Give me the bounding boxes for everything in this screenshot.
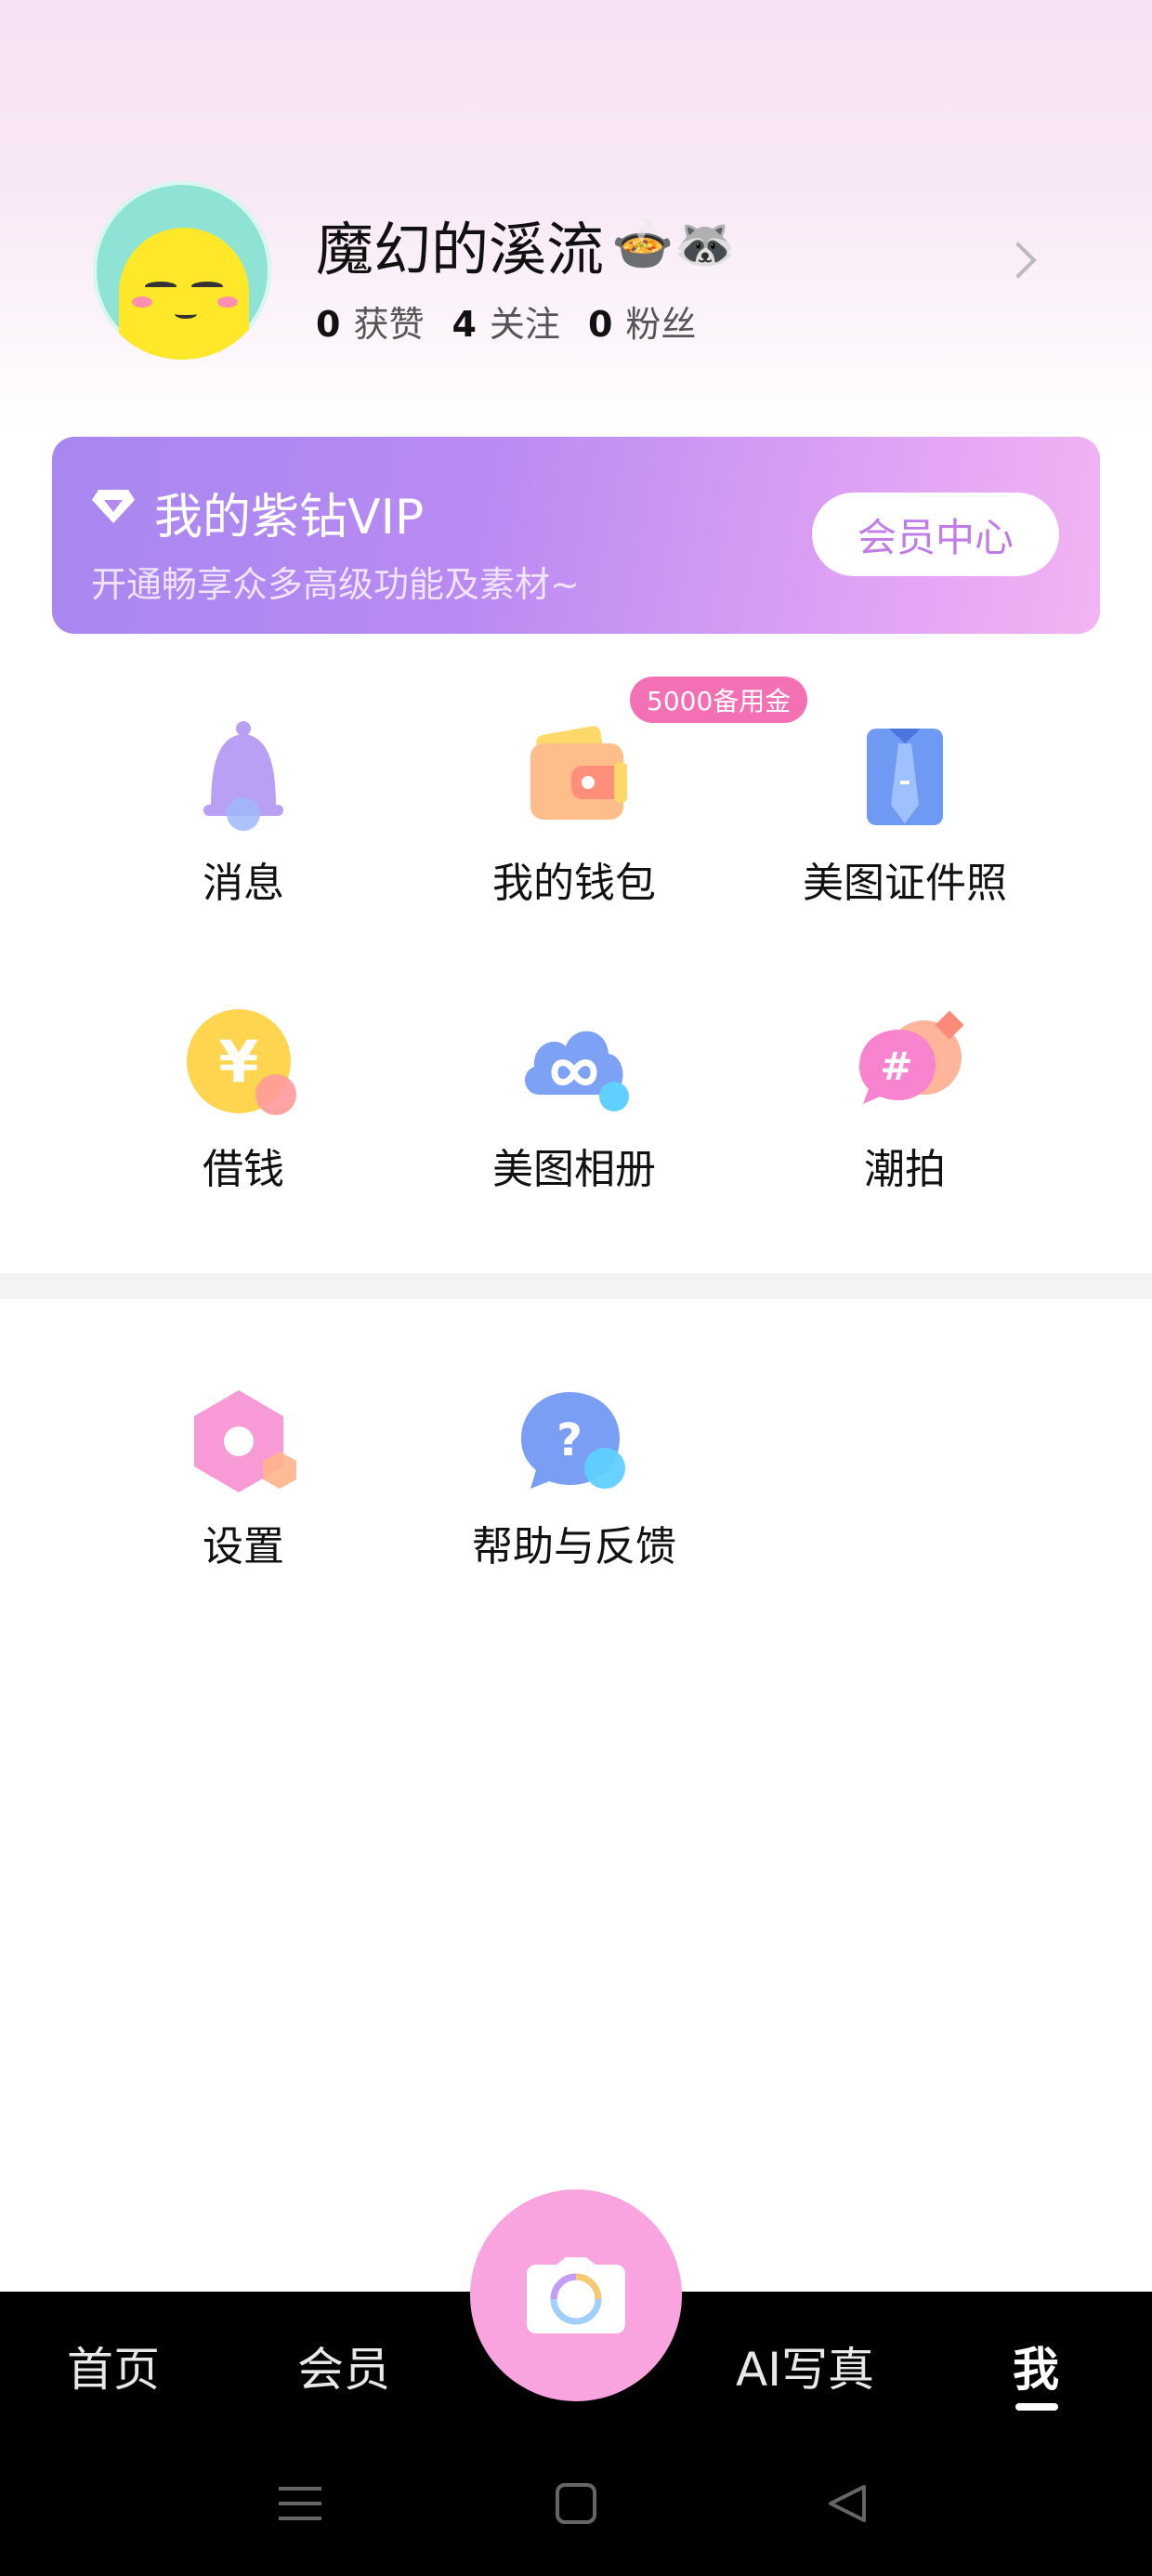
username[interactable]: 魔幻的溪流 🍲🦝 [316,203,737,286]
nav-home[interactable]: 首页 [67,2333,160,2399]
svg-text:¥: ¥ [218,1028,258,1096]
tool-settings[interactable]: 设置 [76,1379,411,1584]
grid-item-messages[interactable]: 消息 [76,716,411,920]
vip-title: 我的紫钻VIP [154,490,425,545]
tool-help-feedback[interactable]: ? 帮助与反馈 [407,1379,741,1584]
camera-icon [527,2257,625,2333]
camera-button[interactable] [470,2189,682,2401]
section-divider [0,1273,1152,1299]
bell-icon [203,721,283,831]
id-photo-icon [867,729,943,825]
wallet-icon [530,726,627,820]
diamond-icon [92,490,135,523]
hashtag-chat-icon: # [859,1010,964,1104]
username-text: 魔幻的溪流 [316,216,605,283]
cloud-album-icon [524,1031,629,1111]
grid-label: 设置 [203,1523,284,1571]
grid-label: 美图相册 [492,1146,656,1193]
grid-item-id-photo[interactable]: 美图证件照 [738,716,1072,920]
grid-item-loan[interactable]: ¥ 借钱 [76,1002,411,1206]
menu-icon[interactable] [279,2483,321,2524]
grid-item-trendy-shoot[interactable]: # 潮拍 [738,1002,1072,1206]
yuan-coin-icon: ¥ [187,1009,296,1115]
stat-following[interactable]: 4 关注 [452,296,559,347]
nav-me[interactable]: 我 [1013,2333,1059,2399]
back-triangle-icon[interactable] [827,2483,868,2524]
grid-item-wallet[interactable]: 我的钱包 [407,716,741,920]
grid-label: 借钱 [203,1146,284,1193]
nav-ai-portrait[interactable]: AI写真 [736,2333,874,2399]
stat-likes[interactable]: 0 获赞 [316,296,424,347]
svg-text:#: # [880,1044,912,1089]
grid-label: 我的钱包 [492,860,656,907]
grid-label: 帮助与反馈 [472,1523,676,1571]
stat-followers[interactable]: 0 粉丝 [588,296,696,347]
svg-text:?: ? [556,1414,583,1466]
member-center-button[interactable]: 会员中心 [812,493,1059,576]
avatar-face [119,228,249,360]
avatar[interactable] [93,181,271,360]
settings-hexagon-icon [194,1390,296,1492]
username-emojis: 🍲🦝 [611,215,737,273]
grid-label: 美图证件照 [803,860,1007,907]
nav-active-indicator [1015,2403,1058,2411]
home-square-icon[interactable] [556,2483,596,2524]
vip-banner[interactable]: 我的紫钻VIP 开通畅享众多高级功能及素材~ 会员中心 [52,437,1100,634]
grid-item-album[interactable]: 美图相册 [407,1002,741,1206]
nav-membership[interactable]: 会员 [297,2333,390,2399]
help-bubble-icon: ? [521,1392,625,1489]
grid-label: 消息 [203,860,284,907]
grid-label: 潮拍 [864,1146,946,1193]
vip-subtitle: 开通畅享众多高级功能及素材~ [91,564,580,605]
profile-stats: 0 获赞 4 关注 0 粉丝 [316,296,696,347]
